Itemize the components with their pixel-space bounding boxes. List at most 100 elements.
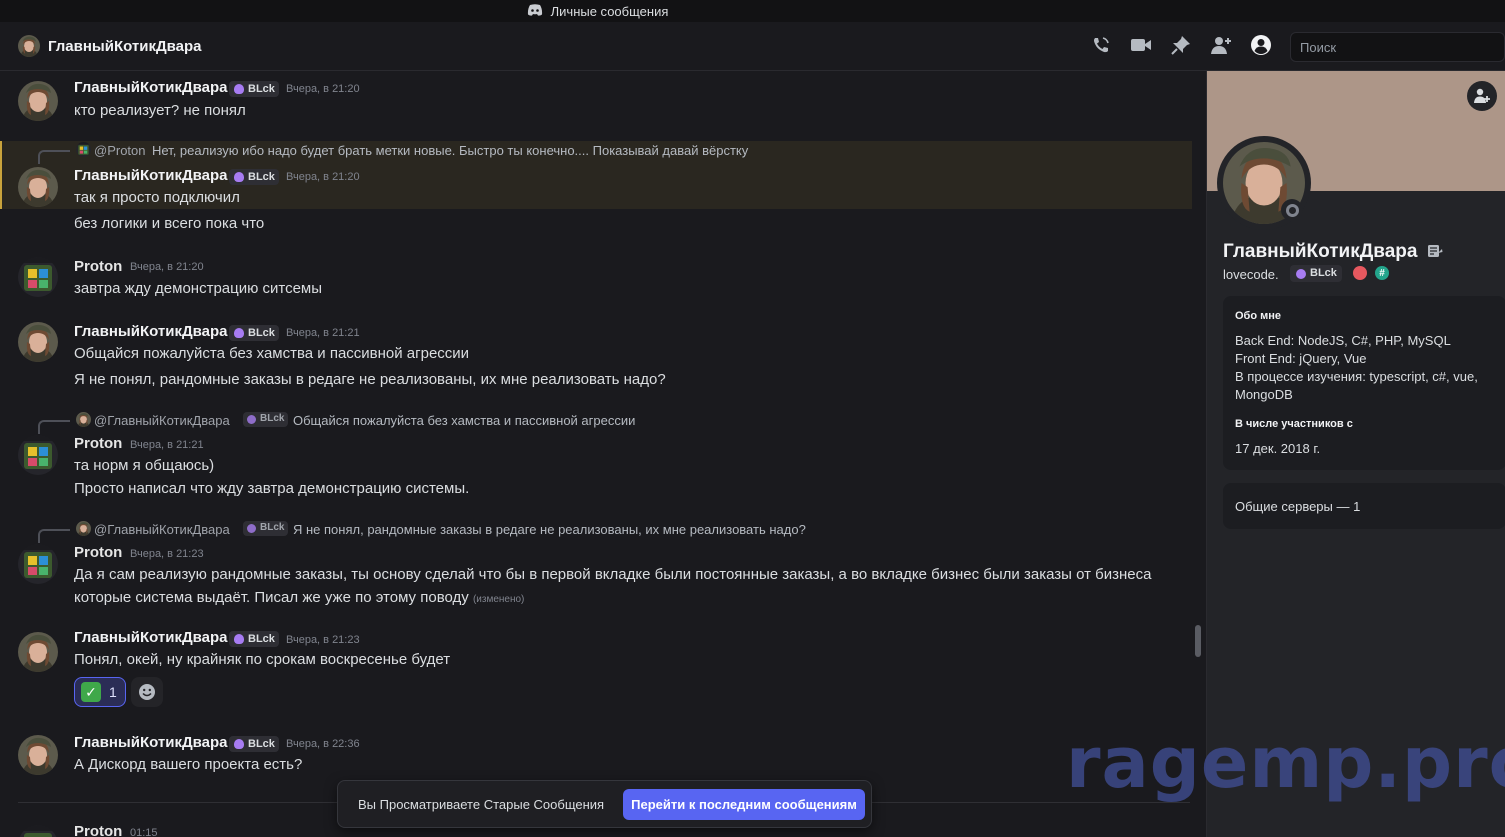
reply-avatar [76, 142, 91, 157]
timestamp: Вчера, в 21:23 [286, 634, 360, 646]
hashtag-badge-icon[interactable]: # [1375, 266, 1389, 280]
message-text: так я просто подключил [74, 189, 240, 206]
message-text: Я не понял, рандомные заказы в редаге не… [74, 371, 666, 388]
username[interactable]: Proton [74, 435, 122, 452]
message-text: А Дискорд вашего проекта есть? [74, 756, 303, 773]
message-text: та норм я общаюсь) [74, 457, 215, 474]
about-line: Front End: jQuery, Vue [1235, 351, 1367, 366]
timestamp: Вчера, в 21:20 [130, 261, 204, 273]
clan-tag[interactable]: BLck [229, 81, 279, 97]
message-text: Понял, окей, ну крайняк по срокам воскре… [74, 651, 451, 668]
about-me-label: Обо мне [1235, 310, 1282, 322]
about-me-card: Обо мне Back End: NodeJS, C#, PHP, MySQL… [1223, 296, 1505, 470]
badge-icon[interactable] [1353, 266, 1367, 280]
avatar[interactable] [18, 435, 58, 475]
avatar[interactable] [18, 825, 58, 837]
message-item: ГлавныйКотикДвара BLck Вчера, в 21:20 кт… [0, 71, 1192, 131]
username[interactable]: Proton [74, 258, 122, 275]
username[interactable]: Proton [74, 823, 122, 837]
add-friend-icon [1474, 88, 1490, 103]
timestamp: Вчера, в 21:21 [130, 439, 204, 451]
message-list[interactable]: ГлавныйКотикДвара BLck Вчера, в 21:20 кт… [0, 71, 1206, 837]
mutual-servers-button[interactable]: Общие серверы — 1 › [1223, 483, 1505, 529]
video-call-icon[interactable] [1130, 34, 1152, 56]
mutual-servers-label: Общие серверы — 1 [1235, 499, 1361, 514]
avatar[interactable] [18, 735, 58, 775]
reply-author[interactable]: @Proton [94, 143, 146, 158]
message-text: которые система выдаёт. Писал же уже по … [74, 589, 524, 606]
voice-call-icon[interactable] [1090, 34, 1112, 56]
edited-label: (изменено) [472, 594, 525, 605]
clan-tag[interactable]: BLck [229, 325, 279, 341]
username[interactable]: ГлавныйКотикДвара [74, 79, 228, 96]
message-text: кто реализует? не понял [74, 102, 246, 119]
timestamp: Вчера, в 22:36 [286, 738, 360, 750]
jump-to-present-button[interactable]: Перейти к последним сообщениям [623, 789, 865, 820]
reply-author[interactable]: @ГлавныйКотикДвара [94, 413, 230, 428]
discord-icon [527, 3, 543, 19]
avatar[interactable] [18, 632, 58, 672]
message-text: без логики и всего пока что [74, 215, 265, 232]
avatar[interactable] [18, 167, 58, 207]
profile-display-name: ГлавныйКотикДвара [1223, 241, 1418, 262]
message-text: Общайся пожалуйста без хамства и пассивн… [74, 345, 470, 362]
about-line: В процессе изучения: typescript, c#, vue… [1235, 369, 1478, 384]
avatar[interactable] [18, 322, 58, 362]
timestamp: Вчера, в 21:23 [130, 548, 204, 560]
scrollbar-thumb[interactable] [1195, 625, 1201, 657]
message-item: @ГлавныйКотикДвара BLck Я не понял, ранд… [0, 520, 1192, 610]
banner-text: Вы Просматриваете Старые Сообщения [358, 797, 605, 812]
search-input[interactable]: Поиск [1290, 32, 1505, 62]
message-item: ГлавныйКотикДвара BLck Вчера, в 21:21 Об… [0, 316, 1192, 396]
channel-header: ГлавныйКотикДвара Поиск [0, 22, 1505, 71]
timestamp: Вчера, в 21:21 [286, 327, 360, 339]
clan-tag[interactable]: BLck [229, 631, 279, 647]
reply-text: Я не понял, рандомные заказы в редаге не… [293, 521, 806, 537]
message-text: завтра жду демонстрацию ситсемы [74, 280, 323, 297]
reply-spine [38, 529, 70, 543]
avatar[interactable] [18, 257, 58, 297]
clan-tag[interactable]: BLck [229, 169, 279, 185]
about-line: MongoDB [1235, 387, 1293, 402]
reply-clan-tag: BLck [243, 521, 289, 536]
timestamp: Вчера, в 21:20 [286, 83, 360, 95]
header-avatar[interactable] [18, 35, 40, 57]
profile-clan-tag[interactable]: BLck [1290, 265, 1342, 282]
message-item-highlighted: @Proton Нет, реализую ибо надо будет бра… [0, 141, 1192, 209]
message-text: Да я сам реализую рандомные заказы, ты о… [74, 566, 1152, 583]
reply-avatar [76, 521, 91, 536]
username[interactable]: ГлавныйКотикДвара [74, 323, 228, 340]
note-icon[interactable] [1427, 243, 1443, 264]
avatar[interactable] [18, 81, 58, 121]
reply-author[interactable]: @ГлавныйКотикДвара [94, 522, 230, 537]
username[interactable]: ГлавныйКотикДвара [74, 734, 228, 751]
avatar[interactable] [18, 544, 58, 584]
pin-icon[interactable] [1170, 34, 1192, 56]
timestamp: Вчера, в 21:20 [286, 171, 360, 183]
reply-text: Нет, реализую ибо надо будет брать метки… [152, 142, 749, 158]
member-since-label: В числе участников с [1235, 418, 1353, 430]
user-profile-icon[interactable] [1250, 34, 1272, 56]
window-title: Личные сообщения [550, 3, 669, 19]
username[interactable]: Proton [74, 544, 122, 561]
add-friends-icon[interactable] [1210, 34, 1232, 56]
username[interactable]: ГлавныйКотикДвара [74, 167, 228, 184]
timestamp: 01:15 [130, 827, 158, 837]
add-reaction-button[interactable] [131, 677, 163, 707]
channel-name[interactable]: ГлавныйКотикДвара [48, 38, 202, 55]
reply-spine [38, 420, 70, 434]
add-friend-button[interactable] [1467, 81, 1497, 111]
reaction-check[interactable]: ✓ 1 [74, 677, 126, 707]
message-item: Proton Вчера, в 21:20 завтра жду демонст… [0, 251, 1192, 301]
reply-text: Общайся пожалуйста без хамства и пассивн… [293, 412, 636, 428]
about-line: Back End: NodeJS, C#, PHP, MySQL [1235, 333, 1451, 348]
reply-spine [38, 150, 70, 164]
smiley-icon [139, 684, 155, 700]
old-messages-banner: Вы Просматриваете Старые Сообщения Перей… [337, 780, 872, 828]
reply-clan-tag: BLck [243, 412, 289, 427]
username[interactable]: ГлавныйКотикДвара [74, 629, 228, 646]
check-mark-icon: ✓ [81, 682, 101, 702]
reaction-count: 1 [109, 684, 117, 700]
reply-avatar [76, 412, 91, 427]
clan-tag[interactable]: BLck [229, 736, 279, 752]
